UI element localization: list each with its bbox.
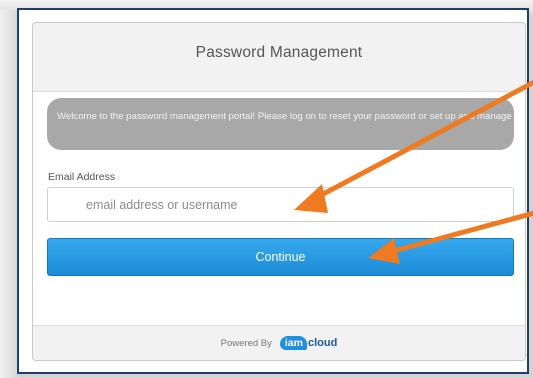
panel-header: Password Management [33, 23, 525, 92]
continue-button[interactable]: Continue [47, 238, 514, 276]
page-title: Password Management [195, 44, 363, 61]
iamcloud-logo: iam cloud [279, 336, 338, 350]
powered-by-text: Powered By [220, 337, 272, 349]
email-field[interactable] [47, 187, 514, 222]
logo-word: cloud [307, 337, 338, 349]
powered-by: Powered By iam cloud [33, 336, 525, 350]
welcome-message: Welcome to the password management porta… [47, 98, 514, 150]
welcome-text: Welcome to the password management porta… [57, 111, 514, 122]
password-management-panel: Password Management Welcome to the passw… [32, 22, 526, 361]
cloud-icon: iam [279, 336, 307, 350]
email-label: Email Address [48, 171, 116, 183]
panel-footer: Powered By iam cloud [33, 325, 525, 360]
